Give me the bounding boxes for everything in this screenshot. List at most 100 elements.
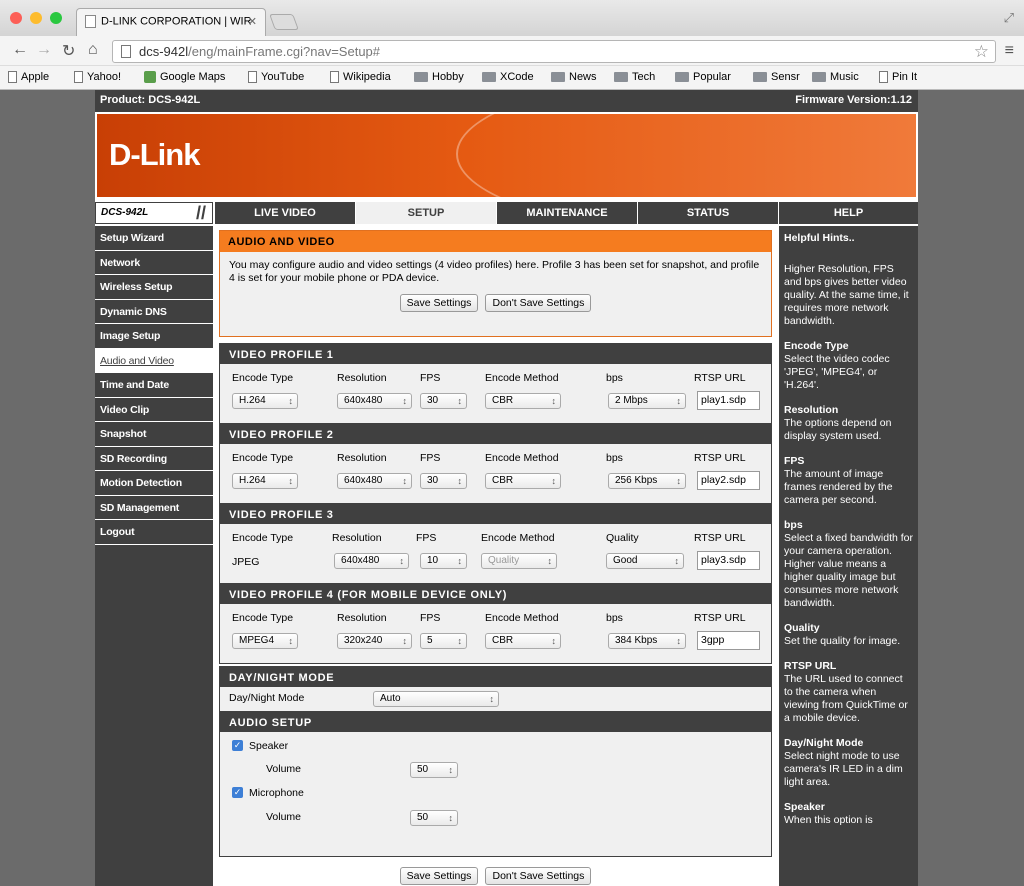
back-icon[interactable]: ← — [12, 41, 28, 59]
product-bar: Product: DCS-942L Firmware Version:1.12 — [95, 90, 918, 112]
help-heading: Speaker — [784, 801, 825, 813]
bps-select[interactable]: 384 Kbps — [608, 633, 686, 649]
encode-method-select[interactable]: CBR — [485, 393, 561, 409]
encode-method-select: Quality — [481, 553, 557, 569]
sidebar-item-network[interactable]: Network — [95, 251, 213, 275]
sidebar-item-wireless-setup[interactable]: Wireless Setup — [95, 275, 213, 300]
help-heading: bps — [784, 519, 803, 531]
encode-method-select[interactable]: CBR — [485, 473, 561, 489]
bookmark-label: Hobby — [432, 71, 464, 83]
daynight-label: Day/Night Mode — [229, 692, 305, 704]
rtsp-url-field[interactable]: 3gpp — [697, 631, 760, 650]
home-icon[interactable]: ⌂ — [88, 41, 98, 59]
bookmark-popular[interactable]: Popular — [675, 71, 731, 83]
sidebar-item-snapshot[interactable]: Snapshot — [95, 422, 213, 447]
page-icon — [248, 71, 257, 83]
sidebar-item-sd-management[interactable]: SD Management — [95, 496, 213, 520]
fps-select[interactable]: 30 — [420, 393, 467, 409]
fullscreen-icon[interactable]: ⤢ — [1004, 10, 1014, 26]
column-label: Resolution — [337, 452, 387, 464]
speaker-checkbox[interactable]: ✓ — [232, 740, 243, 751]
rtsp-url-field[interactable]: play2.sdp — [697, 471, 760, 490]
folder-icon — [551, 72, 565, 82]
sidebar-item-dynamic-dns[interactable]: Dynamic DNS — [95, 300, 213, 324]
bookmark-news[interactable]: News — [551, 71, 597, 83]
sidebar-item-image-setup[interactable]: Image Setup — [95, 324, 213, 349]
encode-type-select[interactable]: H.264 — [232, 393, 298, 409]
column-label: RTSP URL — [694, 452, 746, 464]
fps-select[interactable]: 10 — [420, 553, 467, 569]
encode-type-select[interactable]: MPEG4 — [232, 633, 298, 649]
sidebar-item-time-and-date[interactable]: Time and Date — [95, 373, 213, 398]
profile-fields: Encode Type Resolution FPS Encode Method bps… — [220, 444, 771, 503]
dlink-page: Product: DCS-942L Firmware Version:1.12 … — [95, 90, 918, 886]
daynight-select[interactable]: Auto — [373, 691, 499, 707]
folder-icon — [753, 72, 767, 82]
bookmark-yahoo-[interactable]: Yahoo! — [74, 71, 121, 83]
bookmark-google-maps[interactable]: Google Maps — [144, 71, 225, 83]
sidebar-item-video-clip[interactable]: Video Clip — [95, 398, 213, 422]
menu-icon[interactable]: ≡ — [1005, 42, 1014, 60]
folder-icon — [812, 72, 826, 82]
bookmark-xcode[interactable]: XCode — [482, 71, 534, 83]
mic-volume-select[interactable]: 50 — [410, 810, 458, 826]
fps-select[interactable]: 30 — [420, 473, 467, 489]
bookmark-apple[interactable]: Apple — [8, 71, 49, 83]
sidebar-item-setup-wizard[interactable]: Setup Wizard — [95, 226, 213, 251]
sidebar-item-audio-and-video[interactable]: Audio and Video — [95, 348, 213, 373]
bottom-dont-save-settings-button[interactable]: Don't Save Settings — [485, 867, 592, 885]
tab-maintenance[interactable]: MAINTENANCE — [497, 202, 637, 224]
help-heading: Helpful Hints.. — [784, 232, 855, 244]
profile-fields: Encode Type Resolution FPS Encode Method Qua… — [220, 524, 771, 583]
close-tab-icon[interactable]: ✕ — [248, 15, 257, 28]
bps-select[interactable]: 256 Kbps — [608, 473, 686, 489]
bookmark-label: YouTube — [261, 71, 305, 83]
tab-setup[interactable]: SETUP — [356, 202, 496, 224]
save-settings-button[interactable]: Save Settings — [399, 294, 479, 312]
bookmark-label: Music — [830, 71, 859, 83]
page-icon — [74, 71, 83, 83]
bps-select[interactable]: 2 Mbps — [608, 393, 686, 409]
bookmark-youtube[interactable]: YouTube — [248, 71, 304, 83]
resolution-select[interactable]: 640x480 — [337, 393, 412, 409]
minimize-window-icon[interactable] — [30, 12, 42, 24]
maximize-window-icon[interactable] — [50, 12, 62, 24]
banner: D-Link — [97, 114, 916, 197]
bookmark-tech[interactable]: Tech — [614, 71, 655, 83]
sidebar-item-motion-detection[interactable]: Motion Detection — [95, 471, 213, 496]
sidebar-item-sd-recording[interactable]: SD Recording — [95, 447, 213, 471]
rtsp-url-field[interactable]: play1.sdp — [697, 391, 760, 410]
encode-method-select[interactable]: CBR — [485, 633, 561, 649]
bottom-save-settings-button[interactable]: Save Settings — [399, 867, 479, 885]
resolution-select[interactable]: 640x480 — [334, 553, 409, 569]
bookmark-pin-it[interactable]: Pin It — [879, 71, 917, 83]
tab-live-video[interactable]: LIVE VIDEO — [215, 202, 355, 224]
new-tab-button[interactable] — [269, 14, 299, 30]
quality-select[interactable]: Good — [606, 553, 684, 569]
tab-help[interactable]: HELP — [779, 202, 918, 224]
bookmark-sensr[interactable]: Sensr — [753, 71, 800, 83]
browser-tab[interactable]: D-LINK CORPORATION | WIR ✕ — [76, 8, 266, 36]
close-window-icon[interactable] — [10, 12, 22, 24]
tab-status[interactable]: STATUS — [638, 202, 778, 224]
bookmark-label: Wikipedia — [343, 71, 391, 83]
bookmark-star-icon[interactable]: ☆ — [974, 42, 989, 62]
rtsp-url-field[interactable]: play3.sdp — [697, 551, 760, 570]
speaker-volume-select[interactable]: 50 — [410, 762, 458, 778]
firmware-label: Firmware Version:1.12 — [795, 94, 912, 106]
bookmark-hobby[interactable]: Hobby — [414, 71, 464, 83]
address-bar[interactable]: dcs-942l/eng/mainFrame.cgi?nav=Setup# ☆ — [112, 40, 996, 63]
microphone-checkbox[interactable]: ✓ — [232, 787, 243, 798]
bookmark-music[interactable]: Music — [812, 71, 859, 83]
bookmark-wikipedia[interactable]: Wikipedia — [330, 71, 391, 83]
reload-icon[interactable]: ↻ — [62, 41, 75, 61]
forward-icon[interactable]: → — [36, 41, 52, 59]
dont-save-settings-button[interactable]: Don't Save Settings — [485, 294, 592, 312]
main-nav: LIVE VIDEO SETUP MAINTENANCE STATUS — [215, 202, 779, 224]
sidebar-item-logout[interactable]: Logout — [95, 520, 213, 545]
fps-select[interactable]: 5 — [420, 633, 467, 649]
model-label: DCS-942L// — [95, 202, 213, 224]
encode-type-select[interactable]: H.264 — [232, 473, 298, 489]
resolution-select[interactable]: 640x480 — [337, 473, 412, 489]
resolution-select[interactable]: 320x240 — [337, 633, 412, 649]
